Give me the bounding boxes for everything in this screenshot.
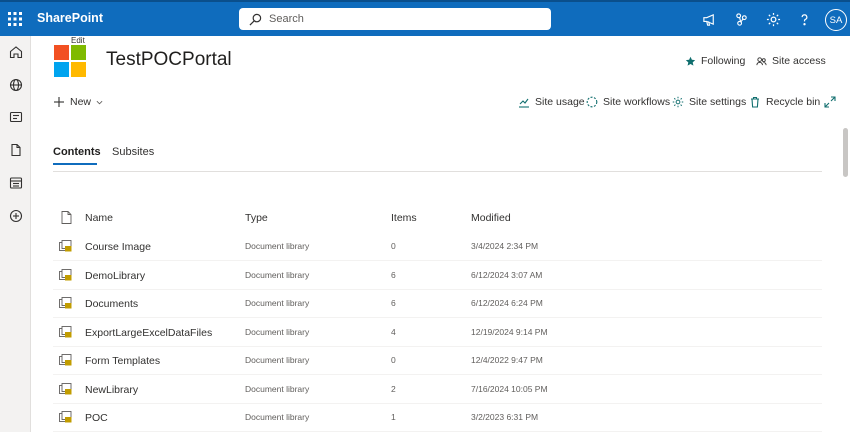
search-box[interactable]: Search [239,8,551,30]
document-icon[interactable] [7,141,24,158]
modified-date: 3/2/2023 6:31 PM [471,412,539,422]
settings-icon [672,96,684,108]
library-type: Document library [245,241,310,251]
trash-icon [751,96,759,108]
help-icon[interactable] [795,10,813,28]
table-row[interactable]: Documents Document library 6 6/12/2024 6:24… [53,290,822,318]
site-usage-button[interactable]: Site usage [518,96,585,108]
search-placeholder: Search [269,13,304,25]
site-settings-label: Site settings [689,96,747,108]
add-icon [54,97,64,107]
item-count: 0 [391,355,396,365]
item-count: 4 [391,326,396,337]
column-header-name[interactable]: Name [85,212,113,224]
avatar[interactable]: SA [825,9,847,31]
following-label: Following [701,55,746,67]
people-icon [756,56,767,65]
library-name[interactable]: DemoLibrary [85,270,145,282]
library-type: Document library [245,298,310,308]
item-count: 6 [391,298,396,308]
table-row[interactable]: NewLibrary Document library 2 7/16/2024 10:… [53,376,822,404]
globe-icon[interactable] [7,76,24,93]
workflow-icon [586,96,598,108]
tab-subsites[interactable]: Subsites [112,146,154,158]
suite-bar: SharePoint Search SA [0,0,850,36]
item-count: 0 [391,241,396,251]
news-icon[interactable] [7,108,24,125]
recycle-bin-button[interactable]: Recycle bin [749,96,820,108]
active-tab-indicator [53,163,97,165]
edit-logo-link[interactable]: Edit [71,36,85,45]
following-button[interactable]: Following [685,55,745,67]
column-header-modified[interactable]: Modified [471,212,511,224]
site-access-label: Site access [772,55,826,67]
site-access-button[interactable]: Site access [756,55,826,67]
home-icon[interactable] [7,43,24,60]
search-icon [249,13,262,25]
library-type: Document library [245,269,310,280]
app-launcher-icon[interactable] [0,2,30,36]
library-name[interactable]: Course Image [85,241,151,253]
expand-icon[interactable] [824,96,841,108]
table-row[interactable]: POC Document library 1 3/2/2023 6:31 PM [53,404,822,432]
item-count: 1 [391,412,396,422]
site-settings-button[interactable]: Site settings [672,96,746,108]
recycle-bin-label: Recycle bin [766,96,821,108]
site-workflows-label: Site workflows [603,96,671,108]
modified-date: 12/19/2024 9:14 PM [471,326,548,337]
modified-date: 3/4/2024 2:34 PM [471,241,539,251]
brand-name[interactable]: SharePoint [37,11,103,25]
document-library-icon [59,411,72,423]
gear-icon[interactable] [764,10,782,28]
table-row[interactable]: ExportLargeExcelDataFiles Document librar… [53,319,822,347]
site-title[interactable]: TestPOCPortal [106,49,232,71]
table-row[interactable]: Form Templates Document library 0 12/4/2022… [53,347,822,375]
site-workflows-button[interactable]: Site workflows [586,96,670,108]
document-library-icon [59,382,72,394]
tab-contents[interactable]: Contents [53,146,101,158]
list-icon[interactable] [7,174,24,191]
library-type: Document library [245,412,310,422]
site-logo[interactable] [54,45,86,77]
network-icon[interactable] [732,10,750,28]
chart-icon [519,98,529,108]
table-row[interactable]: Course Image Document library 0 3/4/2024 2:… [53,233,822,261]
library-type: Document library [245,326,310,337]
modified-date: 6/12/2024 3:07 AM [471,269,543,280]
library-type: Document library [245,355,310,365]
item-count: 2 [391,383,396,394]
library-name[interactable]: POC [85,412,108,424]
document-library-icon [59,354,72,366]
divider [53,171,822,172]
app-bar [0,36,31,432]
item-count: 6 [391,269,396,280]
star-icon [685,56,696,66]
modified-date: 6/12/2024 6:24 PM [471,298,543,308]
file-type-icon [61,211,72,224]
document-library-icon [59,297,72,309]
document-library-icon [59,240,72,252]
site-usage-label: Site usage [535,96,585,108]
column-header-items[interactable]: Items [391,212,417,224]
document-library-icon [59,268,72,280]
column-header-type[interactable]: Type [245,212,268,224]
modified-date: 12/4/2022 9:47 PM [471,355,543,365]
table-row[interactable]: DemoLibrary Document library 6 6/12/2024 3:… [53,262,822,290]
scrollbar[interactable] [843,128,848,177]
modified-date: 7/16/2024 10:05 PM [471,383,548,394]
library-name[interactable]: Form Templates [85,355,160,367]
new-label: New [70,96,92,108]
library-name[interactable]: ExportLargeExcelDataFiles [85,327,212,339]
new-button[interactable]: New [53,96,108,108]
megaphone-icon[interactable] [700,10,718,28]
library-name[interactable]: NewLibrary [85,384,138,396]
chevron-down-icon [96,100,103,104]
add-circle-icon[interactable] [7,207,24,224]
library-name[interactable]: Documents [85,298,138,310]
document-library-icon [59,325,72,337]
library-type: Document library [245,383,310,394]
